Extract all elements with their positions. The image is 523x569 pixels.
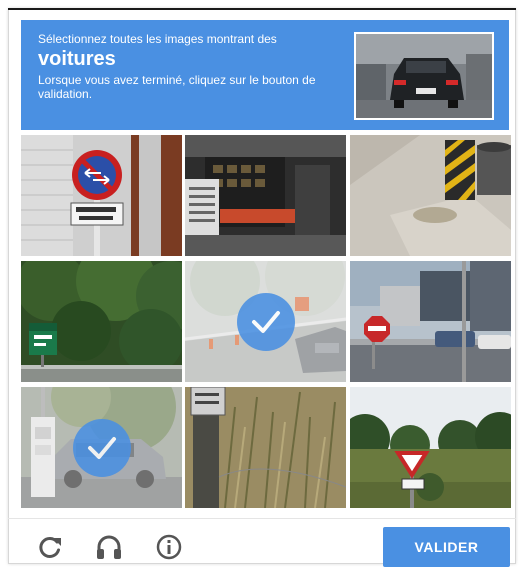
tile-6[interactable]	[350, 261, 511, 382]
headphones-icon[interactable]	[95, 533, 123, 561]
tile-2[interactable]	[185, 135, 346, 256]
tile-5[interactable]	[185, 261, 346, 382]
tile-8[interactable]	[185, 387, 346, 508]
sample-image	[354, 32, 494, 120]
tile-7[interactable]	[21, 387, 182, 508]
check-icon	[73, 419, 131, 477]
verify-button[interactable]: VALIDER	[383, 527, 510, 567]
image-grid	[21, 135, 511, 511]
instruction-suffix: Lorsque vous avez terminé, cliquez sur l…	[38, 73, 316, 101]
tile-1[interactable]	[21, 135, 182, 256]
instruction-prefix: Sélectionnez toutes les images montrant …	[38, 32, 277, 46]
reload-icon[interactable]	[36, 533, 64, 561]
footer-divider	[8, 518, 516, 519]
tile-3[interactable]	[350, 135, 511, 256]
challenge-header: Sélectionnez toutes les images montrant …	[21, 20, 509, 130]
tile-9[interactable]	[350, 387, 511, 508]
top-border	[8, 8, 516, 10]
tile-4[interactable]	[21, 261, 182, 382]
info-icon[interactable]	[155, 533, 183, 561]
check-icon	[237, 293, 295, 351]
target-object: voitures	[38, 48, 116, 70]
